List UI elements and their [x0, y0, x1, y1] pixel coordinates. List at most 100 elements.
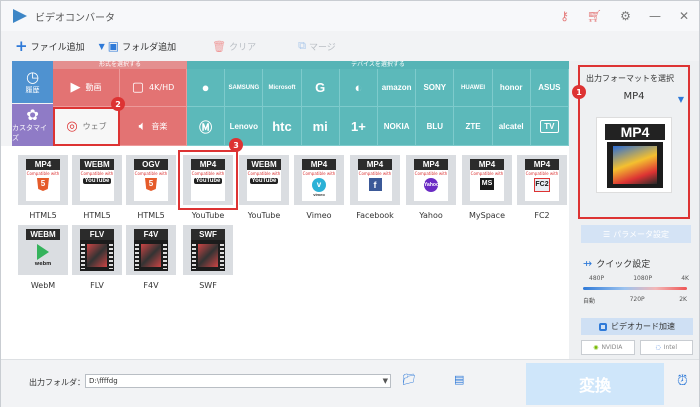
myspace-icon: MS — [480, 178, 494, 190]
format-html5-ogv[interactable]: OGV Compatible with 5 HTML5 — [125, 155, 177, 220]
category-video[interactable]: ▶ 動画 — [53, 69, 120, 107]
category-4k-hd[interactable]: ▢ 4K/HD — [120, 69, 187, 107]
device-tv-icon[interactable]: TV — [530, 107, 569, 146]
toolbar: + ファイル追加 ▼ ▣ フォルダ追加 🗑︎ クリア ⧉ マージ — [1, 31, 571, 61]
open-folder-icon[interactable]: ▤ — [454, 373, 464, 386]
cart-icon[interactable]: 🛒︎ — [587, 9, 602, 23]
add-folder-button[interactable]: ▼ ▣ フォルダ追加 — [99, 39, 177, 53]
close-icon[interactable]: ✕ — [679, 9, 689, 23]
device-xiaomi[interactable]: mi — [301, 107, 340, 146]
device-motorola-icon[interactable]: Ⓜ — [187, 107, 226, 146]
format-youtube-mp4[interactable]: MP4 Compatible with YouTube YouTube — [178, 150, 238, 220]
format-tag: MP4 — [414, 159, 448, 170]
compat-text: Compatible with — [302, 171, 336, 176]
format-tag: WEBM — [80, 159, 114, 170]
format-swf[interactable]: SWF SWF — [182, 225, 234, 290]
nvidia-option[interactable]: ◉ NVIDIA — [581, 340, 635, 355]
merge-button[interactable]: ⧉ マージ — [298, 39, 336, 53]
output-format-panel[interactable]: 出力フォーマットを選択 MP4 ▼ MP4 — [578, 65, 690, 219]
format-facebook[interactable]: MP4 Compatible with f Facebook — [349, 155, 401, 220]
folder-dropdown-icon[interactable]: ▼ — [383, 375, 388, 387]
format-tag: MP4 — [302, 159, 336, 170]
right-panel: 出力フォーマットを選択 MP4 ▼ MP4 1 ☰ パラメータ設定 ⇸ クイック… — [569, 61, 699, 359]
output-format-select[interactable]: MP4 — [584, 91, 684, 109]
add-file-button[interactable]: + ファイル追加 — [15, 37, 85, 55]
webm-play-icon — [37, 244, 49, 260]
4k-icon: ▢ — [131, 80, 145, 95]
history-button[interactable]: ◷ 履歴 — [12, 61, 53, 103]
format-flv[interactable]: FLV FLV — [71, 225, 123, 290]
device-apple-icon[interactable]: ● — [187, 69, 226, 107]
device-google[interactable]: G — [301, 69, 340, 107]
device-nokia[interactable]: NOKIA — [378, 107, 417, 146]
device-blu[interactable]: BLU — [416, 107, 455, 146]
format-tile: MP4 Compatible with v vimeo — [294, 155, 344, 205]
device-lg[interactable]: ◐ — [339, 69, 378, 107]
clear-button[interactable]: 🗑︎ クリア — [212, 40, 256, 53]
format-vimeo[interactable]: MP4 Compatible with v vimeo Vimeo — [293, 155, 345, 220]
caret-down-icon[interactable]: ▼ — [99, 42, 105, 51]
settings-icon[interactable]: ⚙ — [620, 9, 631, 23]
format-tile: MP4 Compatible with f — [350, 155, 400, 205]
format-webm[interactable]: WEBM webm WebM — [17, 225, 69, 290]
format-tile: MP4 Compatible with Yahoo — [406, 155, 456, 205]
format-paper: Compatible with f — [358, 170, 392, 201]
parameter-settings-button[interactable]: ☰ パラメータ設定 — [581, 225, 691, 243]
device-alcatel[interactable]: alcatel — [492, 107, 531, 146]
quality-slider[interactable] — [583, 287, 687, 290]
compat-text: Compatible with — [26, 171, 60, 176]
minimize-icon[interactable]: — — [649, 9, 661, 23]
chip-icon — [599, 322, 607, 331]
format-html5-mp4[interactable]: MP4 Compatible with 5 HTML5 — [17, 155, 69, 220]
compat-text: Compatible with — [134, 171, 168, 176]
compat-text: Compatible with — [80, 171, 114, 176]
format-tile: WEBM Compatible with YouTube — [239, 155, 289, 205]
gpu-acceleration-toggle[interactable]: ビデオカード加速 — [581, 318, 693, 335]
film-icon — [134, 240, 168, 271]
format-tag: MP4 — [26, 159, 60, 170]
device-oneplus[interactable]: 1+ — [339, 107, 378, 146]
gpu-vendors: ◉ NVIDIA ◌ Intel — [581, 340, 693, 355]
step-2-badge: 2 — [111, 97, 125, 111]
device-zte[interactable]: ZTE — [454, 107, 493, 146]
dropdown-caret-icon[interactable]: ▼ — [678, 95, 684, 104]
device-amazon[interactable]: amazon — [378, 69, 417, 107]
intel-option[interactable]: ◌ Intel — [639, 340, 693, 355]
nvidia-icon: ◉ — [593, 344, 599, 351]
film-icon — [80, 240, 114, 271]
quick-settings-icon: ⇸ — [583, 257, 593, 270]
key-icon[interactable]: ⚷ — [560, 9, 569, 23]
format-tag: WEBM — [247, 159, 281, 170]
fc2-icon: FC2 — [534, 178, 550, 192]
customize-button[interactable]: ✿ カスタマイズ — [12, 104, 53, 146]
device-huawei[interactable]: HUAWEI — [454, 69, 493, 107]
format-fc2[interactable]: MP4 Compatible with FC2 FC2 — [516, 155, 568, 220]
device-honor[interactable]: honor — [492, 69, 531, 107]
device-microsoft[interactable]: Microsoft — [263, 69, 302, 107]
device-asus[interactable]: ASUS — [530, 69, 569, 107]
format-html5-webm[interactable]: WEBM Compatible with YouTube HTML5 — [71, 155, 123, 220]
format-tag: MP4 — [470, 159, 504, 170]
clock-icon: ◷ — [25, 68, 40, 86]
category-web[interactable]: ◎ ウェブ — [53, 107, 120, 146]
alarm-clock-icon[interactable]: ⏰︎ — [677, 373, 688, 389]
film-icon — [191, 240, 225, 271]
browse-folder-icon[interactable]: 📁︎ — [402, 373, 416, 386]
format-label: Yahoo — [419, 211, 443, 220]
device-samsung[interactable]: SAMSUNG — [225, 69, 264, 107]
device-sony[interactable]: SONY — [416, 69, 455, 107]
category-music[interactable]: 🔈︎ 音楽 — [120, 107, 187, 146]
format-yahoo[interactable]: MP4 Compatible with Yahoo Yahoo — [405, 155, 457, 220]
format-youtube-webm[interactable]: WEBM Compatible with YouTube YouTube — [238, 155, 290, 220]
format-label: SWF — [199, 281, 217, 290]
format-f4v[interactable]: F4V F4V — [125, 225, 177, 290]
convert-button[interactable]: 変換 — [526, 363, 664, 405]
format-myspace[interactable]: MP4 Compatible with MS MySpace — [461, 155, 513, 220]
output-folder-field[interactable]: D:\ffffdg ▼ — [85, 374, 391, 388]
film-preview-icon — [607, 142, 663, 188]
format-label: F4V — [143, 281, 159, 290]
device-htc[interactable]: htc — [263, 107, 302, 146]
format-paper: Compatible with YouTube — [247, 170, 281, 201]
format-tile: SWF — [183, 225, 233, 275]
format-paper: Compatible with Yahoo — [414, 170, 448, 201]
